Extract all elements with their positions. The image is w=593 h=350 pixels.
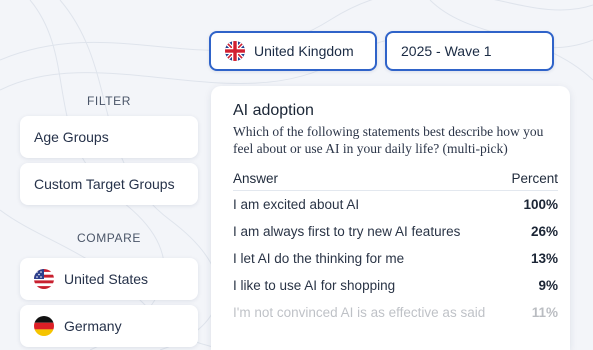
row-percent: 26%	[530, 224, 558, 239]
compare-germany-label: Germany	[64, 318, 122, 334]
row-percent: 100%	[523, 197, 558, 212]
us-flag-icon	[34, 269, 54, 289]
filter-section-title: FILTER	[86, 94, 132, 108]
table-row: I am excited about AI 100%	[233, 191, 558, 218]
de-flag-icon	[34, 316, 54, 336]
table-header: Answer Percent	[233, 171, 558, 191]
wave-selector-label: 2025 - Wave 1	[401, 43, 492, 59]
table-row: I am always first to try new AI features…	[233, 218, 558, 245]
column-percent: Percent	[511, 171, 558, 186]
card-title: AI adoption	[233, 102, 314, 119]
compare-united-states[interactable]: United States	[20, 258, 198, 300]
filter-custom-target-groups-label: Custom Target Groups	[34, 176, 175, 192]
table-row: I like to use AI for shopping 9%	[233, 272, 558, 299]
filter-age-groups[interactable]: Age Groups	[20, 116, 198, 158]
country-selector-label: United Kingdom	[254, 43, 354, 59]
country-selector[interactable]: United Kingdom	[209, 31, 377, 71]
question-card: AI adoption Which of the following state…	[211, 86, 570, 350]
table-row: I let AI do the thinking for me 13%	[233, 245, 558, 272]
row-answer: I am always first to try new AI features	[233, 224, 461, 239]
card-question: Which of the following statements best d…	[233, 124, 544, 156]
row-percent: 9%	[538, 278, 558, 293]
filter-age-groups-label: Age Groups	[34, 129, 109, 145]
wave-selector[interactable]: 2025 - Wave 1	[385, 31, 554, 71]
compare-germany[interactable]: Germany	[20, 305, 198, 347]
compare-united-states-label: United States	[64, 271, 149, 287]
uk-flag-icon	[225, 41, 245, 61]
scroll-fade	[211, 318, 570, 350]
row-answer: I am excited about AI	[233, 197, 360, 212]
row-answer: I let AI do the thinking for me	[233, 251, 405, 266]
filter-custom-target-groups[interactable]: Custom Target Groups	[20, 163, 198, 205]
compare-section-title: COMPARE	[77, 231, 141, 245]
row-percent: 13%	[530, 251, 558, 266]
row-answer: I like to use AI for shopping	[233, 278, 396, 293]
column-answer: Answer	[233, 171, 279, 186]
